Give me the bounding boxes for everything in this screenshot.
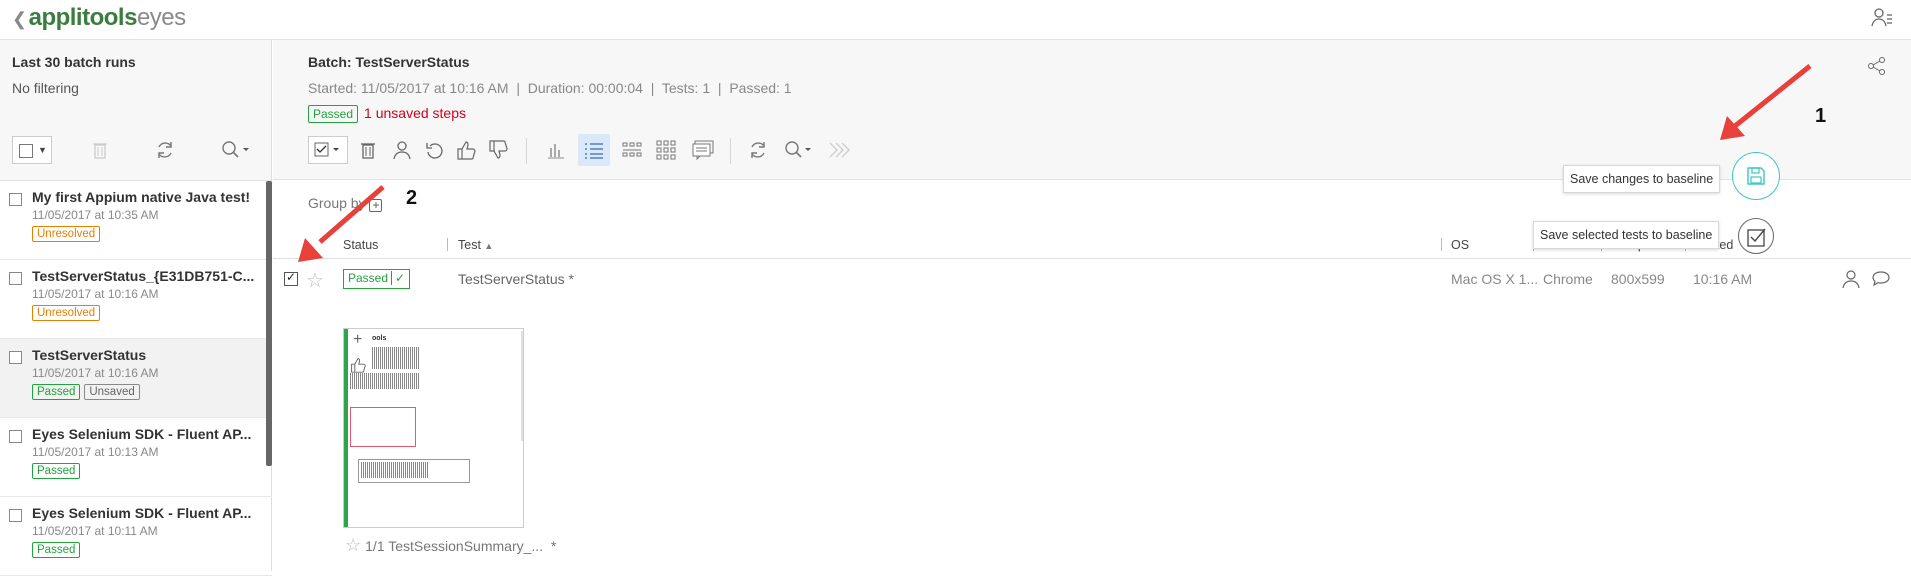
annotation-number-2: 2 (406, 187, 418, 209)
annotation-arrows (298, 64, 1812, 262)
annotation-number-1: 1 (1815, 105, 1827, 127)
